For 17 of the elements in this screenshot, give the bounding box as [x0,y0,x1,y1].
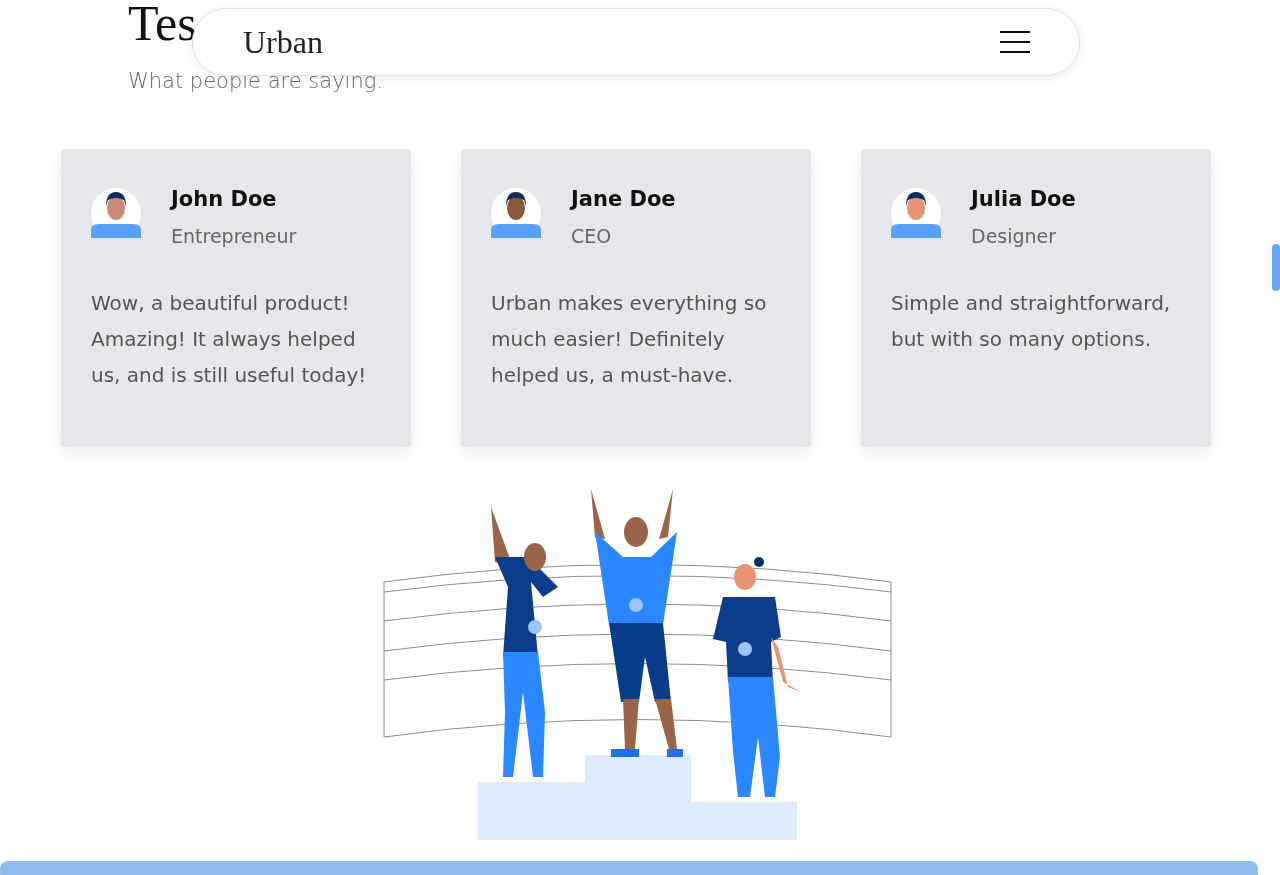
person-role: CEO [571,224,613,248]
logo[interactable]: Urban [243,23,323,61]
section-heading: Tes [128,0,197,46]
person-name: John Doe [171,186,278,212]
person-name: Jane Doe [571,186,676,212]
testimonial-quote: Simple and straightforward, but with so many options. [891,290,1172,353]
person-role: Entrepreneur [171,224,297,248]
avatar-icon [91,188,141,238]
testimonial-quote: Wow, a beautiful product! Amazing! It always helped us, and is still useful today! [91,290,368,389]
menu-icon[interactable] [1000,31,1030,53]
avatar-icon [491,188,541,238]
section-subtitle: What people are saying. [128,68,384,94]
avatar-icon [891,188,941,238]
testimonial-quote: Urban makes everything so much easier! Definitely helped us, a must-have. [491,290,768,389]
person-role: Designer [971,224,1058,248]
person-name: Julia Doe [971,186,1076,212]
scrollbar-thumb[interactable] [1272,244,1280,291]
